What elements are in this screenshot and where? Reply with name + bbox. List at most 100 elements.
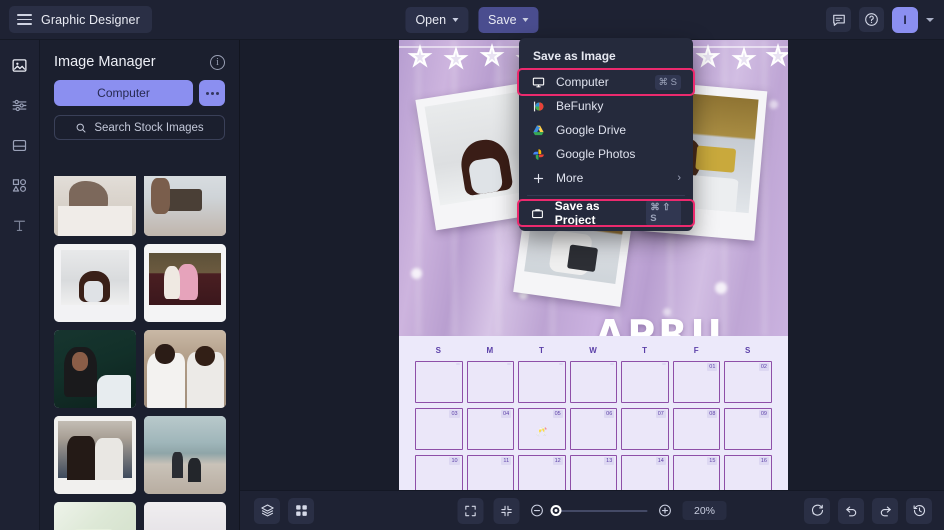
sidebar-item-adjust[interactable] bbox=[7, 92, 33, 118]
zoom-controls: 20% bbox=[457, 497, 727, 524]
menu-item-google-photos[interactable]: Google Photos bbox=[519, 142, 693, 166]
search-stock-images-button[interactable]: Search Stock Images bbox=[54, 115, 225, 140]
zoom-level-value[interactable]: 20% bbox=[682, 501, 727, 520]
bottom-left-tools bbox=[254, 497, 314, 524]
calendar-cell[interactable] bbox=[569, 361, 618, 403]
day-number: 03 bbox=[449, 410, 460, 418]
computer-source-button[interactable]: Computer bbox=[54, 80, 193, 106]
menu-title: Save as Image bbox=[533, 49, 616, 63]
list-item[interactable] bbox=[54, 244, 136, 322]
history-button[interactable] bbox=[906, 497, 932, 524]
day-number: 08 bbox=[707, 410, 718, 418]
calendar-cell[interactable]: 05 🥂 bbox=[518, 408, 566, 450]
undo-button[interactable] bbox=[838, 497, 864, 524]
sidebar-item-templates[interactable] bbox=[7, 132, 33, 158]
calendar-cell[interactable]: 09 bbox=[724, 408, 772, 450]
grid-view-button[interactable] bbox=[288, 497, 314, 524]
reset-button[interactable] bbox=[804, 497, 830, 524]
calendar-cell[interactable]: 02 bbox=[724, 361, 772, 403]
calendar-cell[interactable] bbox=[621, 361, 669, 403]
sidebar-item-text[interactable] bbox=[7, 212, 33, 238]
list-item[interactable] bbox=[54, 416, 136, 494]
weekday-label: T bbox=[538, 346, 545, 355]
list-item[interactable] bbox=[54, 330, 136, 408]
calendar-weekday-header: S M T W T F S bbox=[415, 346, 772, 355]
cheers-sticker-icon[interactable]: 🥂 bbox=[536, 427, 547, 438]
calendar-cell[interactable]: 03 bbox=[415, 408, 463, 450]
app-root: Graphic Designer Open Save I Image Manag… bbox=[0, 0, 944, 530]
list-item[interactable] bbox=[144, 244, 226, 322]
calendar-cell[interactable]: 15 bbox=[672, 455, 721, 490]
sidebar-item-image-manager[interactable] bbox=[7, 52, 33, 78]
save-button[interactable]: Save bbox=[478, 6, 539, 33]
day-number: 16 bbox=[758, 457, 769, 465]
fit-to-screen-button[interactable] bbox=[493, 497, 520, 524]
list-item[interactable] bbox=[54, 176, 136, 236]
help-button[interactable] bbox=[859, 7, 884, 32]
menu-item-save-as-project[interactable]: Save as Project ⌘ ⇧ S bbox=[517, 199, 695, 227]
monitor-icon bbox=[531, 76, 546, 89]
menu-item-label: Google Drive bbox=[556, 123, 627, 137]
more-sources-button[interactable] bbox=[199, 80, 225, 106]
list-item[interactable] bbox=[144, 416, 226, 494]
zoom-out-button[interactable] bbox=[530, 503, 545, 518]
calendar-cell[interactable]: 16 bbox=[724, 455, 772, 490]
info-icon[interactable]: i bbox=[210, 54, 225, 70]
menu-item-more[interactable]: More › bbox=[519, 166, 693, 190]
layers-button[interactable] bbox=[254, 497, 280, 524]
calendar-cell[interactable]: 12 bbox=[518, 455, 566, 490]
calendar-cell[interactable]: 10 bbox=[415, 455, 463, 490]
day-number: 12 bbox=[552, 457, 563, 465]
plus-circle-icon bbox=[659, 504, 671, 517]
calendar-cell[interactable]: 14 bbox=[621, 455, 669, 490]
calendar-cell[interactable] bbox=[518, 361, 566, 403]
menu-item-computer[interactable]: Computer ⌘ S bbox=[517, 68, 695, 96]
menu-item-label: Save as Project bbox=[554, 199, 600, 227]
calendar-cell[interactable]: 11 bbox=[466, 455, 515, 490]
calendar-cell[interactable] bbox=[415, 361, 463, 403]
chevron-right-icon: › bbox=[677, 172, 681, 184]
layers-icon bbox=[260, 504, 274, 517]
zoom-slider[interactable] bbox=[550, 504, 648, 516]
app-title: Graphic Designer bbox=[41, 12, 140, 27]
source-row: Computer bbox=[40, 80, 239, 106]
shapes-icon bbox=[12, 178, 27, 192]
menu-item-label: Computer bbox=[556, 75, 609, 89]
list-item[interactable] bbox=[54, 502, 136, 530]
plus-icon bbox=[531, 172, 546, 185]
menu-item-google-drive[interactable]: Google Drive bbox=[519, 118, 693, 142]
calendar-cell[interactable]: 08 bbox=[672, 408, 721, 450]
calendar-cell[interactable]: 06 bbox=[569, 408, 618, 450]
day-number: 04 bbox=[501, 410, 512, 418]
calendar-cell[interactable]: 07 bbox=[621, 408, 669, 450]
avatar[interactable]: I bbox=[892, 6, 918, 33]
fullscreen-icon bbox=[465, 505, 476, 516]
list-item[interactable] bbox=[144, 176, 226, 236]
calendar-cell[interactable]: 13 bbox=[569, 455, 618, 490]
app-menu-button[interactable]: Graphic Designer bbox=[9, 6, 152, 33]
day-number: 06 bbox=[604, 410, 615, 418]
artboard-title-text[interactable]: APRIL bbox=[595, 312, 735, 336]
list-item[interactable] bbox=[144, 502, 226, 530]
calendar-cell[interactable]: 04 bbox=[466, 408, 515, 450]
redo-button[interactable] bbox=[872, 497, 898, 524]
thumbnail-scroll-area[interactable] bbox=[40, 176, 239, 530]
list-item[interactable] bbox=[144, 330, 226, 408]
google-photos-icon bbox=[531, 148, 546, 161]
calendar-cell[interactable] bbox=[466, 361, 515, 403]
reset-icon bbox=[811, 504, 823, 516]
sidebar-item-graphics[interactable] bbox=[7, 172, 33, 198]
top-bar: Graphic Designer Open Save I bbox=[0, 0, 944, 40]
fit-to-screen-icon bbox=[501, 505, 512, 516]
chevron-down-icon[interactable] bbox=[926, 17, 934, 22]
history-controls bbox=[804, 497, 932, 524]
fullscreen-button[interactable] bbox=[457, 497, 484, 524]
open-button[interactable]: Open bbox=[405, 6, 469, 33]
zoom-in-button[interactable] bbox=[658, 503, 673, 518]
hamburger-icon[interactable] bbox=[17, 14, 32, 25]
menu-item-befunky[interactable]: BeFunky bbox=[519, 94, 693, 118]
calendar-cell[interactable]: 01 bbox=[672, 361, 721, 403]
chevron-down-icon bbox=[522, 18, 529, 22]
feedback-button[interactable] bbox=[826, 7, 851, 32]
zoom-slider-handle[interactable] bbox=[550, 504, 562, 516]
